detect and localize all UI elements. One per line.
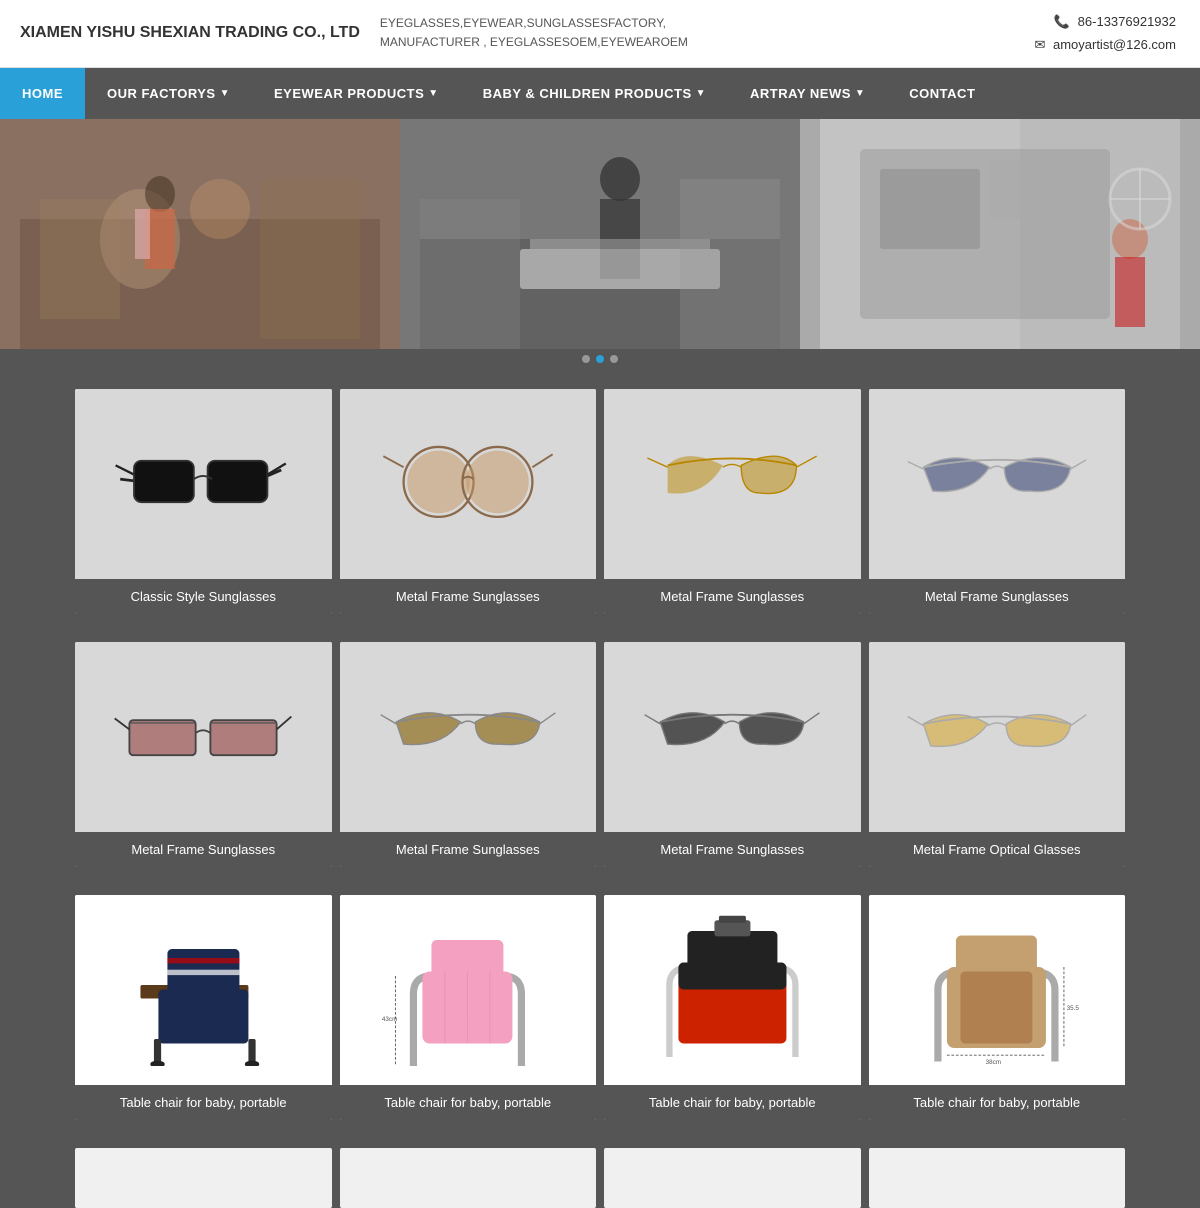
- product-grid-row1: Classic Style Sunglasses Metal Frame Sun…: [75, 389, 1125, 614]
- svg-text:43cm: 43cm: [382, 1016, 397, 1023]
- hero-image-1: [0, 119, 400, 349]
- product-label-baby-3: Table chair for baby, portable: [604, 1085, 861, 1120]
- product-image-baby-2: 43cm: [340, 895, 597, 1085]
- chevron-down-icon: ▼: [428, 88, 438, 99]
- nav-news[interactable]: ARTRAY NEWS ▼: [728, 68, 887, 119]
- contact-info: 📞 86-13376921932 ✉ amoyartist@126.com: [1034, 10, 1180, 57]
- product-image-1: [75, 389, 332, 579]
- hero-image-2: [400, 119, 800, 349]
- chevron-down-icon: ▼: [220, 88, 230, 99]
- chevron-down-icon: ▼: [696, 88, 706, 99]
- products-section-row2: Metal Frame Sunglasses Metal Frame Sungl…: [0, 634, 1200, 887]
- product-label-6: Metal Frame Sunglasses: [340, 832, 597, 867]
- product-image-4: [869, 389, 1126, 579]
- product-image-8: [869, 642, 1126, 832]
- product-image-5: [75, 642, 332, 832]
- product-card-1[interactable]: Classic Style Sunglasses: [75, 389, 332, 614]
- product-card-baby-2[interactable]: 43cm Table chair for baby, portable: [340, 895, 597, 1120]
- product-card-6[interactable]: Metal Frame Sunglasses: [340, 642, 597, 867]
- product-label-2: Metal Frame Sunglasses: [340, 579, 597, 614]
- svg-text:38cm: 38cm: [986, 1059, 1001, 1066]
- product-label-3: Metal Frame Sunglasses: [604, 579, 861, 614]
- products-section-row4-partial: [0, 1140, 1200, 1208]
- dot-2[interactable]: [596, 355, 604, 363]
- product-grid-row3: Table chair for baby, portable: [75, 895, 1125, 1120]
- products-section-row3: Table chair for baby, portable: [0, 887, 1200, 1140]
- product-image-3: [604, 389, 861, 579]
- company-tagline: EYEGLASSES,EYEWEAR,SUNGLASSESFACTORY, MA…: [360, 14, 1035, 52]
- products-section-row1: Classic Style Sunglasses Metal Frame Sun…: [0, 369, 1200, 634]
- product-card-8[interactable]: Metal Frame Optical Glasses: [869, 642, 1126, 867]
- product-image-baby-3: [604, 895, 861, 1085]
- product-card-partial-2: [340, 1148, 597, 1208]
- product-label-baby-2: Table chair for baby, portable: [340, 1085, 597, 1120]
- nav-factorys[interactable]: OUR FACTORYS ▼: [85, 68, 252, 119]
- product-card-2[interactable]: Metal Frame Sunglasses: [340, 389, 597, 614]
- product-label-baby-4: Table chair for baby, portable: [869, 1085, 1126, 1120]
- product-image-baby-4: 35.5 38cm: [869, 895, 1126, 1085]
- hero-image-3: [800, 119, 1200, 349]
- product-card-baby-4[interactable]: 35.5 38cm Table chair for baby, portable: [869, 895, 1126, 1120]
- product-card-partial-4: [869, 1148, 1126, 1208]
- nav-baby[interactable]: BABY & CHILDREN PRODUCTS ▼: [461, 68, 728, 119]
- product-label-baby-1: Table chair for baby, portable: [75, 1085, 332, 1120]
- hero-banner: [0, 119, 1200, 349]
- email-icon: ✉: [1034, 37, 1045, 52]
- nav-home[interactable]: HOME: [0, 68, 85, 119]
- chevron-down-icon: ▼: [855, 88, 865, 99]
- product-image-baby-1: [75, 895, 332, 1085]
- product-image-6: [340, 642, 597, 832]
- product-label-1: Classic Style Sunglasses: [75, 579, 332, 614]
- svg-text:35.5: 35.5: [1067, 1005, 1080, 1012]
- product-card-3[interactable]: Metal Frame Sunglasses: [604, 389, 861, 614]
- product-card-partial-1: [75, 1148, 332, 1208]
- main-nav: HOME OUR FACTORYS ▼ EYEWEAR PRODUCTS ▼ B…: [0, 68, 1200, 119]
- carousel-dots: [0, 349, 1200, 369]
- product-card-partial-3: [604, 1148, 861, 1208]
- product-label-5: Metal Frame Sunglasses: [75, 832, 332, 867]
- site-header: XIAMEN YISHU SHEXIAN TRADING CO., LTD EY…: [0, 0, 1200, 68]
- company-logo: XIAMEN YISHU SHEXIAN TRADING CO., LTD: [20, 24, 360, 42]
- product-label-8: Metal Frame Optical Glasses: [869, 832, 1126, 867]
- nav-eyewear[interactable]: EYEWEAR PRODUCTS ▼: [252, 68, 461, 119]
- nav-contact[interactable]: CONTACT: [887, 68, 997, 119]
- dot-3[interactable]: [610, 355, 618, 363]
- product-card-7[interactable]: Metal Frame Sunglasses: [604, 642, 861, 867]
- product-card-4[interactable]: Metal Frame Sunglasses: [869, 389, 1126, 614]
- dot-1[interactable]: [582, 355, 590, 363]
- product-card-baby-1[interactable]: Table chair for baby, portable: [75, 895, 332, 1120]
- product-label-4: Metal Frame Sunglasses: [869, 579, 1126, 614]
- product-card-baby-3[interactable]: Table chair for baby, portable: [604, 895, 861, 1120]
- phone-icon: 📞: [1054, 14, 1070, 29]
- product-card-5[interactable]: Metal Frame Sunglasses: [75, 642, 332, 867]
- product-grid-row2: Metal Frame Sunglasses Metal Frame Sungl…: [75, 642, 1125, 867]
- product-image-2: [340, 389, 597, 579]
- product-label-7: Metal Frame Sunglasses: [604, 832, 861, 867]
- product-image-7: [604, 642, 861, 832]
